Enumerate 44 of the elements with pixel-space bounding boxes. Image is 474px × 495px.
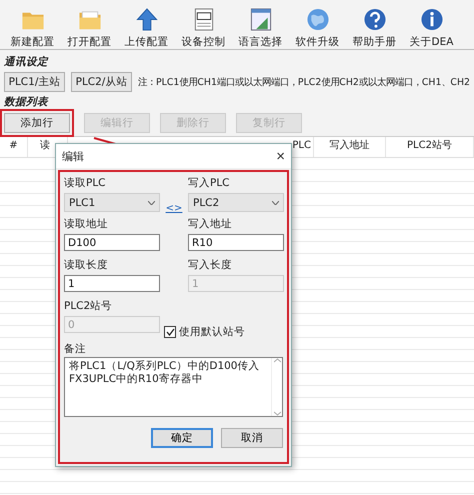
- column-header: #: [0, 137, 28, 157]
- toolbar-label[interactable]: 设备控制: [182, 35, 226, 49]
- remark-textarea[interactable]: 将PLC1（L/Q系列PLC）中的D100传入FX3UPLC中的R10寄存器中: [64, 357, 283, 417]
- help-icon: [362, 8, 388, 31]
- toolbar-label[interactable]: 打开配置: [68, 35, 112, 49]
- chevron-icon: [148, 200, 155, 204]
- toolbar-label[interactable]: 关于DEA: [410, 35, 454, 49]
- toolbar-label[interactable]: 上传配置: [124, 35, 168, 49]
- checkbox-label: 使用默认站号: [179, 324, 245, 338]
- column-header: 写入地址: [314, 137, 386, 157]
- field-label: 读取长度: [64, 258, 109, 273]
- toolbar-label[interactable]: 软件升级: [296, 35, 340, 49]
- checkbox[interactable]: [164, 326, 176, 338]
- section-title: 数据列表: [4, 95, 50, 110]
- field-label: 写入长度: [188, 258, 233, 273]
- up-arrow-icon: [134, 8, 160, 31]
- info-icon: [418, 8, 444, 31]
- toolbar-label[interactable]: 新建配置: [10, 35, 54, 49]
- field-label: 读取PLC: [64, 176, 107, 191]
- chevron-icon: [272, 200, 279, 204]
- section-title: 通讯设定: [4, 54, 50, 70]
- input-field[interactable]: R10: [188, 234, 284, 251]
- note-text: 注：PLC1使用CH1端口或以太网端口，PLC2使用CH2或以太网端口，CH1、CH2: [138, 76, 470, 88]
- input-field[interactable]: 1: [64, 275, 160, 292]
- dropdown[interactable]: PLC2: [188, 193, 284, 212]
- dropdown[interactable]: PLC1: [64, 193, 160, 212]
- dialog-button[interactable]: 取消: [221, 428, 283, 448]
- dialog-button[interactable]: 确定: [151, 428, 213, 448]
- column-header: PLC2站号: [386, 137, 474, 157]
- field-label: 写入地址: [188, 217, 233, 232]
- toolbar-label[interactable]: 语言选择: [238, 35, 282, 49]
- toolbar-label[interactable]: 帮助手册: [352, 35, 396, 49]
- input-field[interactable]: D100: [64, 234, 160, 251]
- field-label: 写入PLC: [188, 176, 231, 191]
- field-label: 备注: [64, 342, 87, 357]
- scroll-down-icon: [274, 411, 280, 416]
- station-button[interactable]: PLC2/从站: [70, 72, 132, 92]
- field-label: PLC2站号: [64, 299, 114, 314]
- swap-link[interactable]: <>: [160, 200, 188, 217]
- field-label: 读取地址: [64, 217, 109, 232]
- scroll-up-icon: [274, 358, 280, 363]
- row-action-button[interactable]: 添加行: [4, 113, 70, 133]
- globe-icon: [304, 8, 330, 31]
- station-button[interactable]: PLC1/主站: [4, 72, 65, 92]
